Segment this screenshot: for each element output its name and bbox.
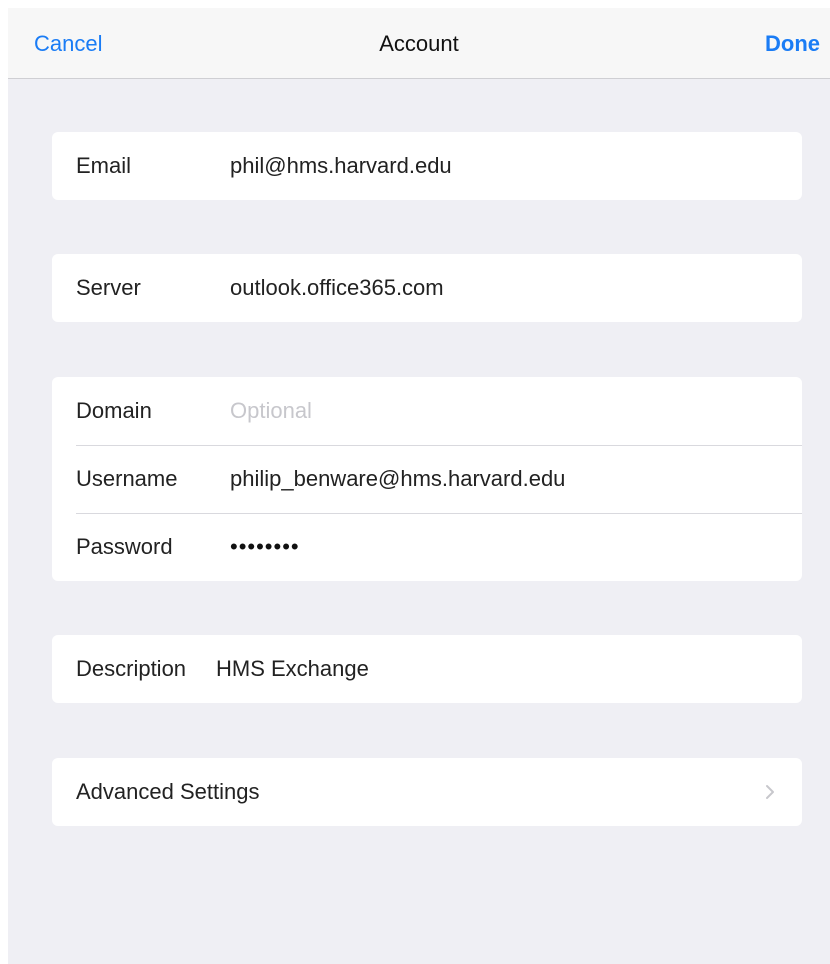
username-label: Username <box>76 466 178 491</box>
advanced-settings-label: Advanced Settings <box>76 779 260 804</box>
account-settings-screen: Cancel Account Done Email Server Domain … <box>8 8 830 964</box>
email-group: Email <box>52 132 802 200</box>
domain-row: Domain <box>52 377 802 445</box>
credentials-group: Domain Username Password •••••••• <box>52 377 802 581</box>
email-row: Email <box>52 132 802 200</box>
description-field[interactable] <box>216 656 756 682</box>
server-row: Server <box>52 254 802 322</box>
advanced-settings-group: Advanced Settings <box>52 758 802 826</box>
description-group: Description <box>52 635 802 703</box>
password-label: Password <box>76 534 173 559</box>
chevron-right-icon <box>766 785 774 799</box>
server-label: Server <box>76 275 141 300</box>
advanced-settings-row[interactable]: Advanced Settings <box>52 758 802 826</box>
email-field[interactable] <box>230 153 770 179</box>
description-label: Description <box>76 656 187 681</box>
username-row: Username <box>52 445 802 513</box>
page-title: Account <box>379 31 459 56</box>
domain-field[interactable] <box>230 398 770 424</box>
done-button[interactable]: Done <box>765 30 820 58</box>
email-label: Email <box>76 153 132 178</box>
username-field[interactable] <box>230 466 770 492</box>
server-group: Server <box>52 254 802 322</box>
navigation-bar: Cancel Account Done <box>8 8 830 79</box>
password-field[interactable]: •••••••• <box>230 534 300 560</box>
domain-label: Domain <box>76 398 152 423</box>
description-row: Description <box>52 635 802 703</box>
password-row: Password •••••••• <box>52 513 802 581</box>
server-field[interactable] <box>230 275 770 301</box>
